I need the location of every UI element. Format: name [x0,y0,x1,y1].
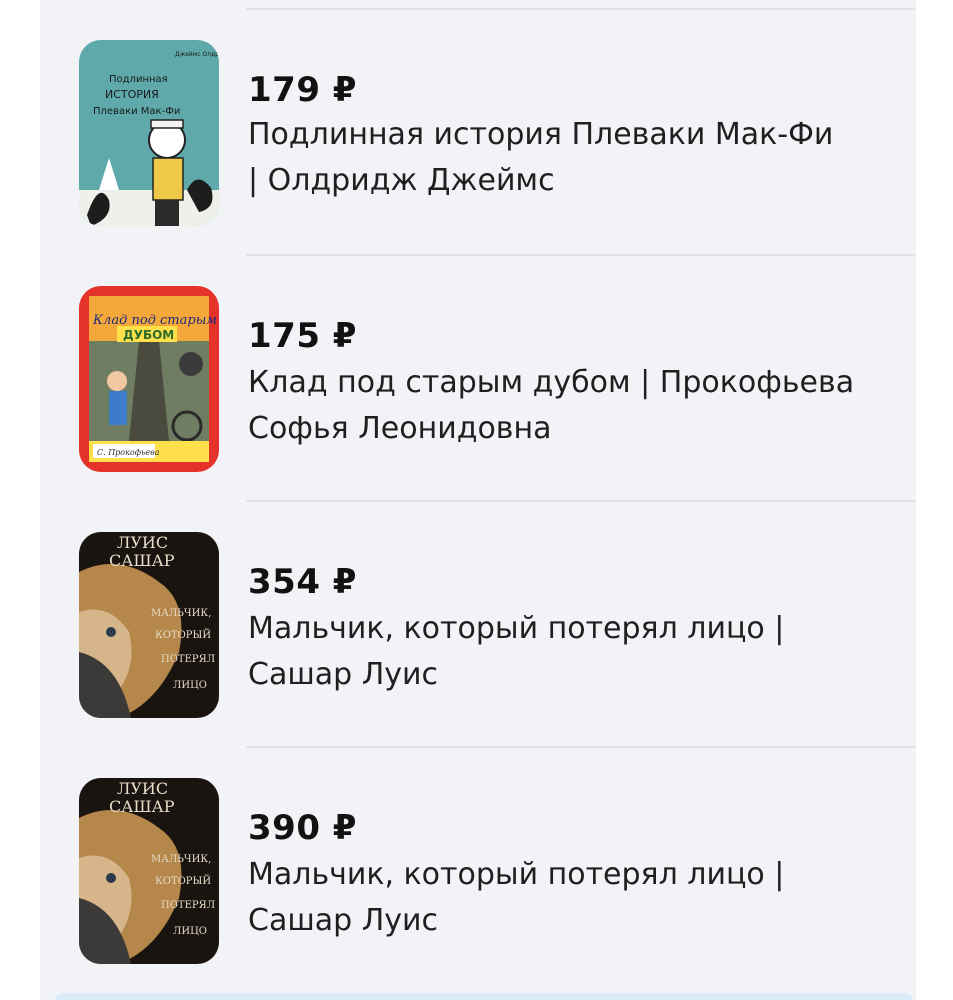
svg-text:КОТОРЫЙ: КОТОРЫЙ [155,629,211,641]
svg-text:ЛУИС: ЛУИС [117,779,168,798]
product-item[interactable]: ЛУИС САШАР МАЛЬЧИК, КОТОРЫЙ ПОТЕРЯЛ ЛИЦО… [40,502,916,748]
svg-text:Плеваки Мак-Фи: Плеваки Мак-Фи [93,106,180,117]
svg-text:Джеймс Олдридж: Джеймс Олдридж [175,51,219,58]
svg-text:САШАР: САШАР [109,797,175,816]
svg-text:МАЛЬЧИК,: МАЛЬЧИК, [151,854,211,865]
product-title-line: Клад под старым дубом | Прокофьева [248,365,855,400]
svg-text:С. Прокофьева: С. Прокофьева [97,448,160,457]
book-cover-image[interactable]: ЛУИС САШАР МАЛЬЧИК, КОТОРЫЙ ПОТЕРЯЛ ЛИЦО [79,778,219,964]
product-item[interactable]: Подлинная ИСТОРИЯ Плеваки Мак-Фи Джеймс … [40,10,916,256]
book-cover-image[interactable]: Подлинная ИСТОРИЯ Плеваки Мак-Фи Джеймс … [79,40,219,226]
book-cover-image[interactable]: Клад под старым ДУБОМ С. Прокофьева [79,286,219,472]
product-title[interactable]: Мальчик, который потерял лицо | Сашар Лу… [248,852,898,944]
product-title-line: | Олдридж Джеймс [248,163,555,198]
product-title[interactable]: Клад под старым дубом | Прокофьева Софья… [248,360,898,452]
bottom-card-edge [54,993,914,1000]
svg-text:КОТОРЫЙ: КОТОРЫЙ [155,875,211,887]
svg-text:ПОТЕРЯЛ: ПОТЕРЯЛ [161,654,215,665]
product-item[interactable]: ЛУИС САШАР МАЛЬЧИК, КОТОРЫЙ ПОТЕРЯЛ ЛИЦО… [40,748,916,994]
svg-text:ЛИЦО: ЛИЦО [173,680,207,691]
product-price: 175 ₽ [248,316,357,356]
product-title-line: Мальчик, который потерял лицо | [248,857,785,892]
svg-text:ИСТОРИЯ: ИСТОРИЯ [105,88,159,101]
product-price: 354 ₽ [248,562,357,602]
svg-text:Клад под старым: Клад под старым [92,313,217,328]
svg-text:ПОТЕРЯЛ: ПОТЕРЯЛ [161,900,215,911]
product-title-line: Сашар Луис [248,657,439,692]
product-title-line: Подлинная история Плеваки Мак-Фи [248,117,834,152]
svg-text:ЛУИС: ЛУИС [117,533,168,552]
svg-text:ЛИЦО: ЛИЦО [173,926,207,937]
product-list[interactable]: Подлинная ИСТОРИЯ Плеваки Мак-Фи Джеймс … [40,0,916,1000]
product-title-line: Мальчик, который потерял лицо | [248,611,785,646]
svg-text:ДУБОМ: ДУБОМ [123,328,174,342]
product-title[interactable]: Подлинная история Плеваки Мак-Фи | Олдри… [248,112,898,204]
product-price: 179 ₽ [248,70,357,110]
product-item[interactable]: Клад под старым ДУБОМ С. Прокофьева 175 … [40,256,916,502]
product-title-line: Сашар Луис [248,903,439,938]
book-cover-image[interactable]: ЛУИС САШАР МАЛЬЧИК, КОТОРЫЙ ПОТЕРЯЛ ЛИЦО [79,532,219,718]
svg-text:МАЛЬЧИК,: МАЛЬЧИК, [151,608,211,619]
svg-text:САШАР: САШАР [109,551,175,570]
product-price: 390 ₽ [248,808,357,848]
product-title-line: Софья Леонидовна [248,411,552,446]
page: Подлинная ИСТОРИЯ Плеваки Мак-Фи Джеймс … [0,0,953,1000]
svg-text:Подлинная: Подлинная [109,74,168,85]
product-title[interactable]: Мальчик, который потерял лицо | Сашар Лу… [248,606,898,698]
